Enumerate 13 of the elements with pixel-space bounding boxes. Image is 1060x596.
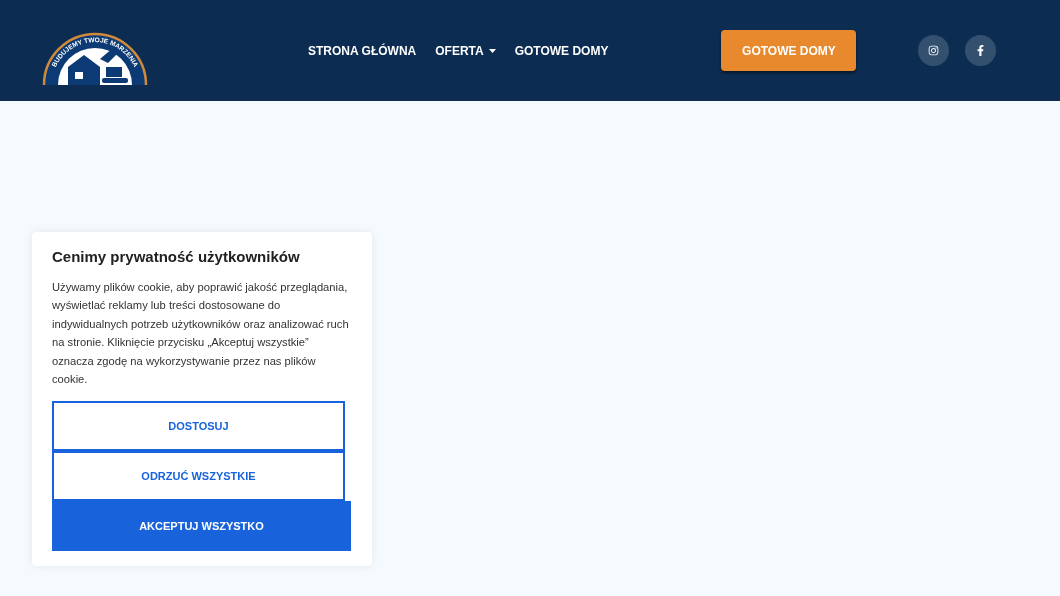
cookie-button[interactable]: DOSTOSUJ [52,401,345,452]
nav-link[interactable]: OFERTA [435,41,496,60]
banner-text: Używamy plików cookie, aby poprawić jakość przeglądania, wyświetlać reklamy lub treści dostosowane do indywidualnych potrzeb użytkowników oraz analizować ruch na stronie. Kliknięcie przycisku „Akceptuj wszystkie” oznacza zgodę na wykorzystywanie przez nas plików cookie. [52,279,350,388]
nav-link[interactable]: GOTOWE DOMY [514,41,609,60]
instagram-link[interactable] [918,35,949,66]
caret-icon [488,48,496,53]
cookie-button[interactable]: AKCEPTUJ WSZYSTKO [52,501,351,552]
facebook-link[interactable] [965,35,996,66]
instagram-icon [928,45,939,56]
cookie-button[interactable]: ODRZUĆ WSZYSTKIE [52,451,345,502]
banner-title: Cenimy prywatność użytkowników [52,247,301,267]
facebook-icon [975,45,986,56]
nav-link[interactable]: STRONA GŁÓWNA [308,41,417,60]
